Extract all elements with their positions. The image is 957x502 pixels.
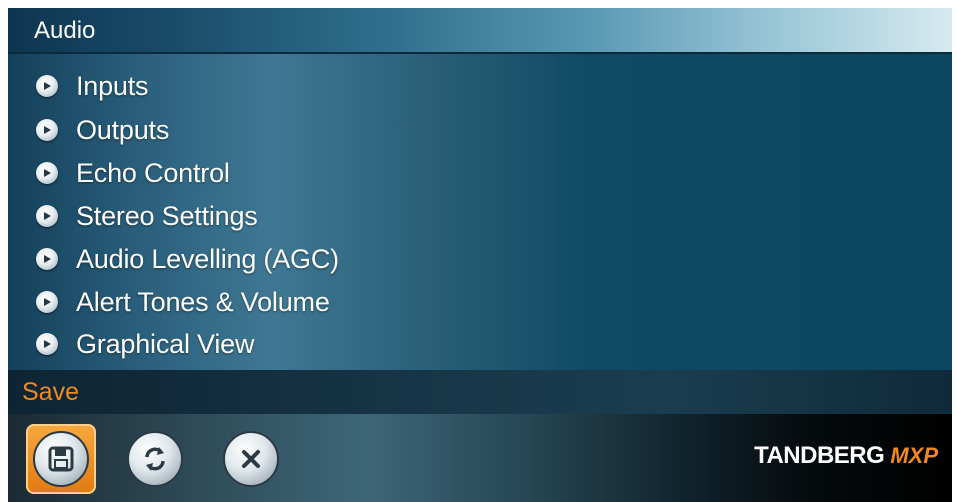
refresh-icon bbox=[127, 431, 183, 487]
menu-item-stereo-settings[interactable]: Stereo Settings bbox=[36, 196, 258, 236]
save-button[interactable] bbox=[26, 424, 96, 494]
menu-item-label: Outputs bbox=[76, 114, 170, 145]
cancel-button[interactable] bbox=[216, 424, 286, 494]
close-icon bbox=[223, 431, 279, 487]
menu-item-label: Echo Control bbox=[76, 157, 230, 188]
play-bullet-icon bbox=[36, 291, 58, 313]
menu-item-label: Inputs bbox=[76, 70, 149, 101]
floppy-disk-icon bbox=[33, 431, 89, 487]
play-bullet-icon bbox=[36, 248, 58, 270]
status-label: Save bbox=[22, 378, 79, 406]
title-bar: Audio bbox=[8, 8, 952, 54]
audio-menu-screen: Audio Inputs Outputs Echo Control Stereo… bbox=[8, 8, 952, 502]
play-bullet-icon bbox=[36, 119, 58, 141]
play-bullet-icon bbox=[36, 162, 58, 184]
audio-menu-list: Inputs Outputs Echo Control Stereo Setti… bbox=[8, 54, 952, 370]
menu-item-inputs[interactable]: Inputs bbox=[36, 66, 149, 106]
menu-item-echo-control[interactable]: Echo Control bbox=[36, 153, 230, 193]
refresh-button[interactable] bbox=[120, 424, 190, 494]
brand-suffix: MXP bbox=[890, 443, 938, 468]
bottom-toolbar: TANDBERG MXP bbox=[8, 414, 952, 502]
play-bullet-icon bbox=[36, 333, 58, 355]
menu-item-label: Alert Tones & Volume bbox=[76, 286, 330, 317]
menu-item-outputs[interactable]: Outputs bbox=[36, 110, 169, 150]
brand-name: TANDBERG bbox=[754, 442, 885, 469]
menu-item-alert-tones[interactable]: Alert Tones & Volume bbox=[36, 282, 330, 322]
menu-item-label: Graphical View bbox=[76, 328, 255, 359]
menu-item-label: Audio Levelling (AGC) bbox=[76, 243, 339, 274]
menu-item-audio-levelling[interactable]: Audio Levelling (AGC) bbox=[36, 239, 339, 279]
menu-item-graphical-view[interactable]: Graphical View bbox=[36, 324, 254, 364]
status-bar: Save bbox=[8, 370, 952, 414]
brand-logo: TANDBERG MXP bbox=[754, 442, 938, 470]
play-bullet-icon bbox=[36, 205, 58, 227]
menu-item-label: Stereo Settings bbox=[76, 200, 258, 231]
play-bullet-icon bbox=[36, 75, 58, 97]
menu-title: Audio bbox=[34, 17, 96, 44]
